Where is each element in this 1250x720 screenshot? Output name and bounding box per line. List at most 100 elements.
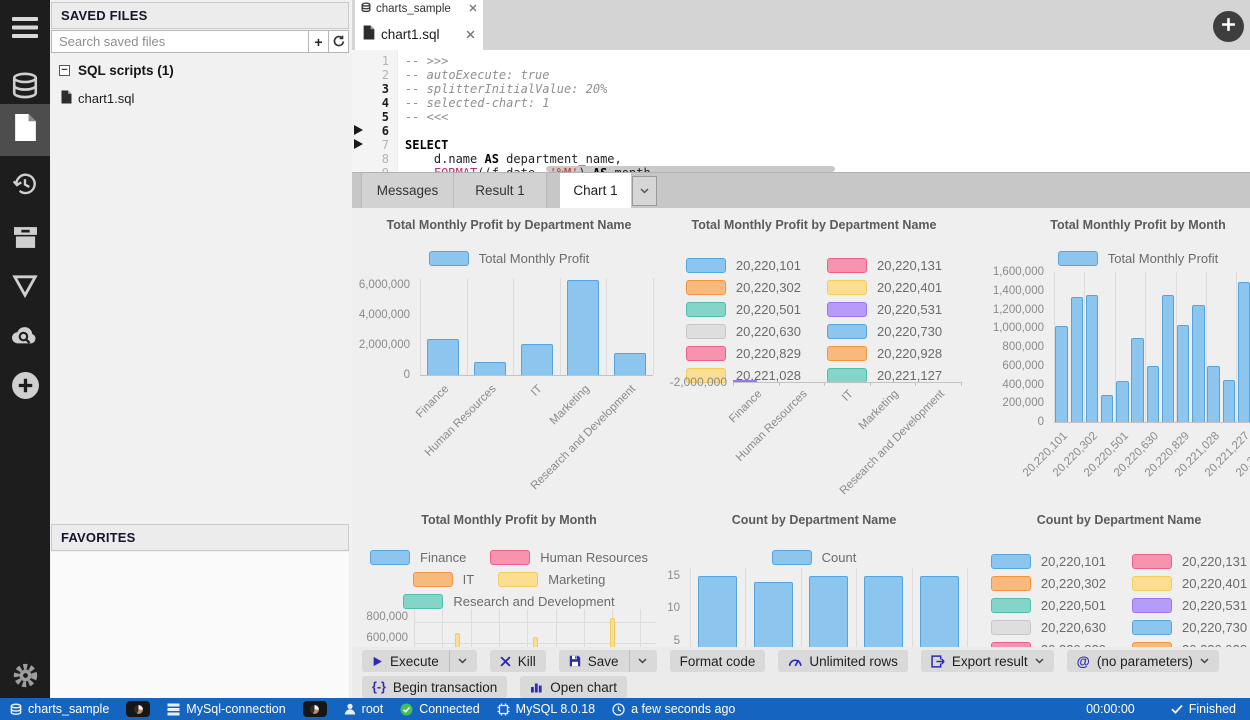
settings-button[interactable] [0,656,50,700]
bar [567,280,599,375]
mysql-connection-status-item[interactable]: MySql-connection [167,702,285,716]
menu-button[interactable] [0,8,50,52]
palette-badge[interactable] [126,701,150,717]
save-button[interactable]: Save [559,650,657,672]
palette-icon [134,705,143,714]
chart-legend-row: 20,220,302 20,220,401 [968,575,1250,591]
status-label: 00:00:00 [1086,702,1135,716]
sidebar-item-archive[interactable] [0,218,50,262]
open-chart-button[interactable]: Open chart [520,676,627,698]
hamburger-icon [12,17,38,43]
axis-tick [733,382,734,386]
sidebar-item-query-designer[interactable] [0,266,50,310]
bar [809,576,848,647]
legend-label: 20,220,302 [1041,576,1106,591]
bar [1223,380,1236,422]
search-input[interactable] [51,30,309,53]
add-file-button[interactable]: + [309,30,329,53]
saved-file-item[interactable]: chart1.sql [61,90,134,107]
charts-sample-status-item[interactable]: charts_sample [10,702,109,716]
legend-swatch [827,280,867,295]
chart-legend-row: Count [663,549,965,565]
chart-legend-row: 20,220,63020,220,730 [968,619,1250,635]
legend-swatch [991,598,1031,613]
legend-label: 20,220,928 [877,346,942,361]
new-tab-button[interactable] [1213,11,1244,42]
refresh-icon [333,34,345,50]
button-label: Begin transaction [393,680,497,695]
close-icon[interactable] [466,27,475,42]
dropdown-split-button[interactable] [629,650,647,672]
legend-swatch [827,324,867,339]
gridline [471,609,472,647]
add-connection-button[interactable] [0,366,50,410]
chart-title: Count by Department Name [663,513,965,527]
result-tab-dropdown-button[interactable] [632,176,657,206]
code-line: -- <<< [405,110,448,124]
gridline [606,278,607,375]
button-label: (no parameters) [1097,654,1193,669]
sidebar-item-files[interactable] [0,104,50,156]
legend-label: 20,220,501 [1041,598,1106,613]
unlimited-rows-button[interactable]: Unlimited rows [778,650,908,672]
y-axis-label: 1,600,000 [968,265,1044,279]
legend-label: Total Monthly Profit [479,251,590,266]
run-marker-icon[interactable] [354,139,363,149]
file-icon [61,90,72,107]
execute-button[interactable]: Execute [362,650,477,672]
bar [1086,295,1099,422]
tab-file-chart1-sql[interactable]: chart1.sql [355,17,483,51]
a-few-seconds-ago-status-item[interactable]: a few seconds ago [612,702,735,716]
refresh-button[interactable] [329,30,349,53]
save-icon [569,655,581,667]
y-axis-label: 2,000,000 [358,338,410,352]
begin-transaction-button[interactable]: {-}Begin transaction [362,676,507,698]
result-tab-result-1[interactable]: Result 1 [454,173,547,208]
gridline [414,622,656,623]
legend-item: 20,220,401 [1132,576,1247,591]
legend-item: IT [413,572,475,587]
y-axis-label: 600,000 [358,631,408,645]
legend-item: 20,220,928 [827,346,942,361]
mysql-8-0-18-status-item[interactable]: MySQL 8.0.18 [497,702,595,716]
format-code-button[interactable]: Format code [670,650,766,672]
palette-badge[interactable] [303,701,327,717]
x-axis-line [733,382,961,383]
gridline [912,568,913,647]
line-number: 7 [359,138,389,152]
axis-tick [915,382,916,386]
connected-status-item[interactable]: Connected [400,702,479,716]
gridline [499,609,500,647]
result-tab-chart-1[interactable]: Chart 1 [560,173,631,208]
at-icon: @ [1077,654,1090,669]
run-marker-icon[interactable] [354,125,363,135]
no-parameters-button[interactable]: @ (no parameters) [1067,650,1219,672]
sidebar-group-sql-scripts[interactable]: − SQL scripts (1) [59,63,174,78]
x-axis-labels: FinanceHuman ResourcesITMarketingResearc… [733,388,961,498]
database-icon [361,2,371,16]
sidebar-item-cloud-search[interactable] [0,316,50,360]
export-result-button[interactable]: Export result [921,650,1054,672]
legend-swatch [370,550,410,565]
legend-swatch [1132,554,1172,569]
x-axis-labels: FinanceHuman ResourcesITMarketingResearc… [420,383,653,493]
chart-title: Total Monthly Profit by Department Name [663,218,965,232]
legend-swatch [827,368,867,383]
status-label: Connected [419,702,479,716]
legend-label: Total Monthly Profit [1108,251,1219,266]
y-axis-label: 800,000 [968,340,1044,354]
button-label: Kill [518,654,536,669]
close-icon[interactable] [469,3,477,15]
saved-files-header: SAVED FILES [51,2,349,29]
kill-button[interactable]: Kill [490,650,546,672]
tab-database-charts-sample[interactable]: charts_sample [355,0,483,17]
dropdown-split-button[interactable] [449,650,467,672]
root-status-item[interactable]: root [344,702,384,716]
gridline [690,568,691,647]
sql-editor[interactable]: 123456789 -- >>>-- autoExecute: true-- s… [352,50,1250,172]
result-tab-messages[interactable]: Messages [361,173,454,208]
sidebar-item-history[interactable] [0,164,50,208]
plus-icon [1221,17,1236,37]
file-icon [363,25,375,43]
legend-swatch [686,324,726,339]
